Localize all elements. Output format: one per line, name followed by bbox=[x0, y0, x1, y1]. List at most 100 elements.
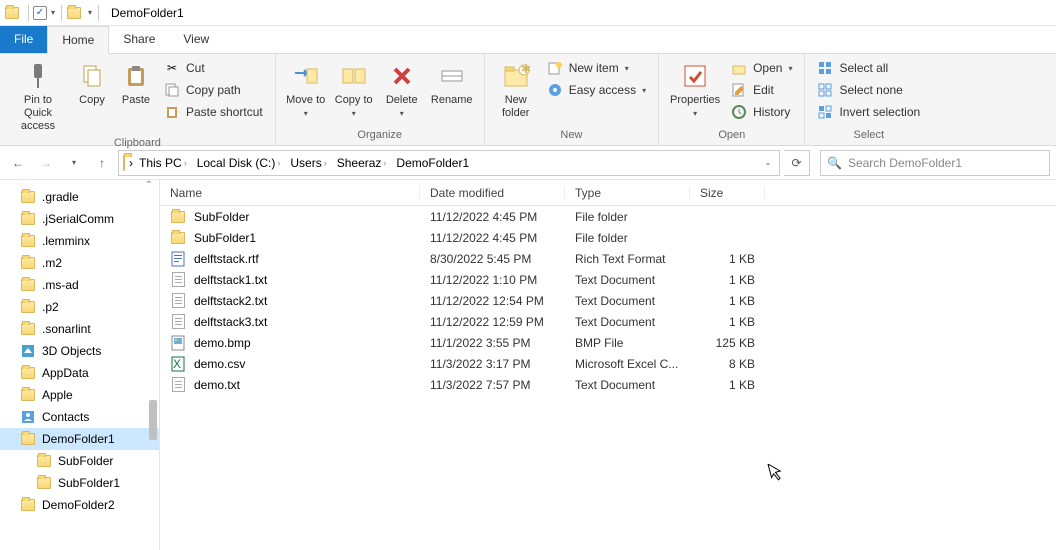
file-row[interactable]: SubFolder111/12/2022 4:45 PMFile folder bbox=[160, 227, 1056, 248]
tree-item[interactable]: .m2 bbox=[0, 252, 159, 274]
file-row[interactable]: delftstack2.txt11/12/2022 12:54 PMText D… bbox=[160, 290, 1056, 311]
move-to-button[interactable]: Move to ▾ bbox=[284, 58, 328, 120]
forward-button[interactable]: → bbox=[34, 151, 58, 175]
file-row[interactable]: delftstack.rtf8/30/2022 5:45 PMRich Text… bbox=[160, 248, 1056, 269]
tab-home[interactable]: Home bbox=[47, 26, 109, 54]
qat-dropdown-icon[interactable]: ▾ bbox=[49, 8, 57, 17]
tree-item[interactable]: DemoFolder2 bbox=[0, 494, 159, 516]
tree-item[interactable]: Apple bbox=[0, 384, 159, 406]
file-row[interactable]: demo.txt11/3/2022 7:57 PMText Document1 … bbox=[160, 374, 1056, 395]
properties-icon bbox=[679, 60, 711, 92]
chevron-right-icon[interactable]: › bbox=[129, 156, 133, 170]
chevron-right-icon[interactable]: › bbox=[383, 158, 386, 168]
history-button[interactable]: History bbox=[727, 102, 796, 122]
paste-shortcut-button[interactable]: Paste shortcut bbox=[160, 102, 267, 122]
file-row[interactable]: Xdemo.csv11/3/2022 3:17 PMMicrosoft Exce… bbox=[160, 353, 1056, 374]
pin-to-quick-access-button[interactable]: Pin to Quick access bbox=[8, 58, 68, 135]
copy-path-button[interactable]: Copy path bbox=[160, 80, 267, 100]
tree-item[interactable]: SubFolder bbox=[0, 450, 159, 472]
tree-item[interactable]: .gradle bbox=[0, 186, 159, 208]
file-size: 8 KB bbox=[690, 357, 765, 371]
folder-icon bbox=[20, 277, 36, 293]
file-type: Rich Text Format bbox=[565, 252, 690, 266]
up-button[interactable]: ↑ bbox=[90, 151, 114, 175]
column-size[interactable]: Size bbox=[690, 186, 765, 200]
tree-item[interactable]: .p2 bbox=[0, 296, 159, 318]
file-row[interactable]: delftstack3.txt11/12/2022 12:59 PMText D… bbox=[160, 311, 1056, 332]
easy-access-button[interactable]: Easy access ▾ bbox=[543, 80, 650, 100]
file-name: delftstack3.txt bbox=[194, 315, 267, 329]
chevron-right-icon[interactable]: › bbox=[324, 158, 327, 168]
tree-item[interactable]: AppData bbox=[0, 362, 159, 384]
tree-item[interactable]: 3D Objects bbox=[0, 340, 159, 362]
txt-icon bbox=[170, 293, 186, 309]
tree-item[interactable]: DemoFolder1 bbox=[0, 428, 159, 450]
tree-item-label: DemoFolder1 bbox=[42, 432, 115, 446]
file-row[interactable]: delftstack1.txt11/12/2022 1:10 PMText Do… bbox=[160, 269, 1056, 290]
tab-file[interactable]: File bbox=[0, 26, 47, 53]
cut-button[interactable]: ✂ Cut bbox=[160, 58, 267, 78]
file-row[interactable]: demo.bmp11/1/2022 3:55 PMBMP File125 KB bbox=[160, 332, 1056, 353]
tree-item-label: .p2 bbox=[42, 300, 59, 314]
chevron-down-icon: ▾ bbox=[625, 64, 629, 73]
edit-button[interactable]: Edit bbox=[727, 80, 796, 100]
file-name: SubFolder1 bbox=[194, 231, 256, 245]
tree-item[interactable]: .sonarlint bbox=[0, 318, 159, 340]
open-button[interactable]: Open ▾ bbox=[727, 58, 796, 78]
file-date: 11/12/2022 4:45 PM bbox=[420, 210, 565, 224]
tree-item-label: .lemminx bbox=[42, 234, 90, 248]
select-none-button[interactable]: Select none bbox=[813, 80, 924, 100]
tree-item[interactable]: SubFolder1 bbox=[0, 472, 159, 494]
invert-selection-icon bbox=[817, 104, 833, 120]
delete-button[interactable]: Delete ▾ bbox=[380, 58, 424, 120]
navigation-tree[interactable]: .gradle .jSerialComm .lemminx .m2.ms-ad .p2.… bbox=[0, 180, 160, 550]
column-type[interactable]: Type bbox=[565, 186, 690, 200]
paste-shortcut-icon bbox=[164, 104, 180, 120]
tree-item[interactable]: .jSerialComm bbox=[0, 208, 159, 230]
scrollbar-thumb[interactable] bbox=[149, 400, 157, 440]
rename-button[interactable]: Rename bbox=[428, 58, 476, 109]
column-date[interactable]: Date modified bbox=[420, 186, 565, 200]
qat-dropdown-icon[interactable]: ▾ bbox=[86, 8, 94, 17]
breadcrumb-item[interactable]: DemoFolder1 bbox=[392, 156, 473, 170]
file-row[interactable]: SubFolder11/12/2022 4:45 PMFile folder bbox=[160, 206, 1056, 227]
tree-item[interactable]: .ms-ad bbox=[0, 274, 159, 296]
file-date: 11/1/2022 3:55 PM bbox=[420, 336, 565, 350]
breadcrumb[interactable]: › This PC› Local Disk (C:)› Users› Sheer… bbox=[118, 150, 780, 176]
back-button[interactable]: ← bbox=[6, 151, 30, 175]
new-item-button[interactable]: New item ▾ bbox=[543, 58, 650, 78]
invert-selection-button[interactable]: Invert selection bbox=[813, 102, 924, 122]
chevron-right-icon[interactable]: › bbox=[277, 158, 280, 168]
recent-locations-button[interactable]: ▾ bbox=[62, 151, 86, 175]
copy-button[interactable]: Copy bbox=[72, 58, 112, 109]
address-dropdown-icon[interactable]: ⌄ bbox=[759, 158, 777, 167]
breadcrumb-item[interactable]: Sheeraz› bbox=[333, 156, 391, 170]
tree-item[interactable]: .lemminx bbox=[0, 230, 159, 252]
copy-to-button[interactable]: Copy to ▾ bbox=[332, 58, 376, 120]
open-icon bbox=[731, 60, 747, 76]
search-input[interactable]: 🔍 Search DemoFolder1 bbox=[820, 150, 1050, 176]
file-name: delftstack2.txt bbox=[194, 294, 267, 308]
refresh-button[interactable]: ⟳ bbox=[784, 150, 810, 176]
chevron-up-icon[interactable]: ⌃ bbox=[145, 180, 153, 191]
paste-button[interactable]: Paste bbox=[116, 58, 156, 109]
copy-to-icon bbox=[338, 60, 370, 92]
ribbon: Pin to Quick access Copy Paste ✂ Cut Cop… bbox=[0, 54, 1056, 146]
tab-share[interactable]: Share bbox=[109, 26, 169, 53]
folder-icon bbox=[170, 230, 186, 246]
properties-button[interactable]: Properties ▾ bbox=[667, 58, 723, 120]
paste-icon bbox=[120, 60, 152, 92]
select-all-button[interactable]: Select all bbox=[813, 58, 924, 78]
tree-item[interactable]: Contacts bbox=[0, 406, 159, 428]
chevron-right-icon[interactable]: › bbox=[184, 158, 187, 168]
new-folder-button[interactable]: ✱ New folder bbox=[493, 58, 539, 122]
breadcrumb-item[interactable]: Users› bbox=[286, 156, 330, 170]
tab-view[interactable]: View bbox=[169, 26, 223, 53]
search-icon: 🔍 bbox=[827, 156, 842, 170]
file-type: Text Document bbox=[565, 294, 690, 308]
properties-qat-icon[interactable]: ✓ bbox=[33, 6, 47, 20]
breadcrumb-item[interactable]: This PC› bbox=[135, 156, 191, 170]
tree-item-label: .jSerialComm bbox=[42, 212, 114, 226]
column-name[interactable]: Name bbox=[160, 186, 420, 200]
breadcrumb-item[interactable]: Local Disk (C:)› bbox=[193, 156, 285, 170]
